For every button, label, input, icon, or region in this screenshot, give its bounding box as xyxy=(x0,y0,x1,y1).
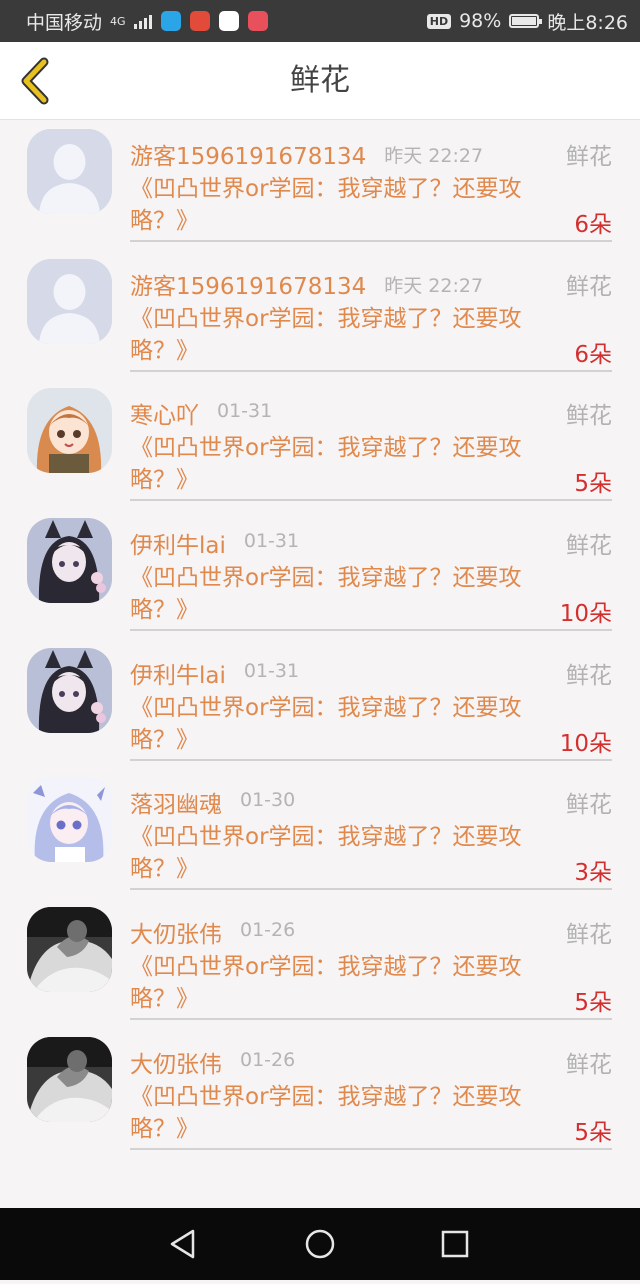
avatar[interactable] xyxy=(27,777,112,863)
user-name[interactable]: 伊利牛lai xyxy=(130,656,226,690)
book-title[interactable]: 《凹凸世界or学园：我穿越了？还要攻略？》 xyxy=(130,1081,570,1145)
book-title[interactable]: 《凹凸世界or学园：我穿越了？还要攻略？》 xyxy=(130,303,570,367)
nav-recents-icon[interactable] xyxy=(441,1230,469,1258)
flower-count: 10朵 xyxy=(559,601,612,628)
list-item[interactable]: 落羽幽魂 01-30 鲜花 《凹凸世界or学园：我穿越了？还要攻略？》 3朵 xyxy=(0,768,640,898)
nav-back-icon[interactable] xyxy=(170,1229,195,1259)
flower-count: 6朵 xyxy=(574,212,612,238)
flower-count: 10朵 xyxy=(559,730,612,757)
timestamp: 01-26 xyxy=(240,919,296,942)
gift-type: 鲜花 xyxy=(566,403,612,430)
timestamp: 01-31 xyxy=(217,400,273,423)
back-arrow-icon[interactable] xyxy=(14,56,64,106)
divider xyxy=(130,888,612,891)
divider xyxy=(130,629,612,632)
avatar[interactable] xyxy=(27,907,112,993)
book-title[interactable]: 《凹凸世界or学园：我穿越了？还要攻略？》 xyxy=(130,951,570,1015)
book-title[interactable]: 《凹凸世界or学园：我穿越了？还要攻略？》 xyxy=(130,692,570,756)
divider xyxy=(130,369,612,372)
list-item[interactable]: 游客1596191678134 昨天 22:27 鲜花《凹凸世界or学园：我穿越了？… xyxy=(0,250,640,380)
user-name[interactable]: 游客1596191678134 xyxy=(130,137,366,171)
avatar[interactable] xyxy=(27,388,112,474)
baidu-app-icon xyxy=(218,11,239,31)
book-title[interactable]: 《凹凸世界or学园：我穿越了？还要攻略？》 xyxy=(130,432,570,496)
battery-icon xyxy=(509,14,543,28)
browser-app-icon xyxy=(160,11,181,31)
carrier-label: 中国移动 xyxy=(26,11,103,34)
user-name[interactable]: 大仞张伟 xyxy=(130,1045,222,1079)
avatar[interactable] xyxy=(27,518,112,604)
gift-type: 鲜花 xyxy=(566,533,612,560)
gift-type: 鲜花 xyxy=(566,922,612,949)
list-item[interactable]: 游客1596191678134 昨天 22:27 鲜花《凹凸世界or学园：我穿越了？… xyxy=(0,120,640,250)
signal-icon xyxy=(133,13,152,29)
avatar[interactable] xyxy=(27,258,112,344)
timestamp: 01-31 xyxy=(243,659,300,682)
list-item[interactable]: 大仞张伟 01-26 鲜花《凹凸世界or学园：我穿越了？还要攻略？》 5朵 xyxy=(0,1028,640,1158)
timestamp: 01-26 xyxy=(240,1048,296,1071)
gift-type: 鲜花 xyxy=(566,662,612,689)
list-item[interactable]: 寒心吖 01-31 鲜花 《凹凸世界or学园：我穿越了？还要攻略？》 5朵 xyxy=(0,379,640,509)
timestamp: 01-30 xyxy=(240,789,296,812)
avatar[interactable] xyxy=(27,647,112,733)
divider xyxy=(130,1018,612,1021)
timestamp: 01-31 xyxy=(243,530,300,553)
hd-badge: HD xyxy=(426,13,452,29)
nav-home-icon[interactable] xyxy=(305,1229,335,1259)
user-name[interactable]: 寒心吖 xyxy=(130,396,199,430)
gift-type: 鲜花 xyxy=(566,144,612,170)
mail-app-icon xyxy=(189,11,210,31)
flower-count: 3朵 xyxy=(574,860,612,887)
book-title[interactable]: 《凹凸世界or学园：我穿越了？还要攻略？》 xyxy=(130,821,570,885)
flower-count: 5朵 xyxy=(574,990,612,1017)
network-type: 4G xyxy=(110,14,126,28)
user-name[interactable]: 大仞张伟 xyxy=(130,915,222,949)
divider xyxy=(130,240,612,242)
user-name[interactable]: 落羽幽魂 xyxy=(130,785,222,819)
divider xyxy=(130,1147,612,1150)
avatar[interactable] xyxy=(27,1036,112,1122)
flower-list: 游客1596191678134 昨天 22:27 鲜花 《凹凸世界or学园：我穿越了？… xyxy=(0,120,640,1158)
book-title[interactable]: 《凹凸世界or学园：我穿越了？还要攻略？》 xyxy=(130,173,570,237)
divider xyxy=(130,758,612,761)
gift-type: 鲜花 xyxy=(566,792,612,819)
avatar[interactable] xyxy=(27,129,112,214)
list-item[interactable]: 大仞张伟 01-26 鲜花 《凹凸世界or学园：我穿越了？还要攻略？》 5朵 xyxy=(0,898,640,1028)
clock: 晚上8:26 xyxy=(547,11,628,34)
book-title[interactable]: 《凹凸世界or学园：我穿越了？还要攻略？》 xyxy=(130,562,570,626)
user-name[interactable]: 伊利牛lai xyxy=(130,526,226,560)
divider xyxy=(130,499,612,502)
timestamp: 昨天 22:27 xyxy=(384,274,484,297)
battery-percent: 98% xyxy=(459,10,502,32)
app-header: 鲜花 xyxy=(0,42,640,120)
page-title: 鲜花 xyxy=(290,63,350,98)
list-item[interactable]: 伊利牛lai 01-31 鲜花《凹凸世界or学园：我穿越了？还要攻略？》 10朵 xyxy=(0,639,640,769)
list-item[interactable]: 伊利牛lai 01-31 鲜花 《凹凸世界or学园：我穿越了？还要攻略？》 10朵 xyxy=(0,509,640,639)
gift-type: 鲜花 xyxy=(566,273,612,300)
user-name[interactable]: 游客1596191678134 xyxy=(130,267,366,301)
flower-count: 5朵 xyxy=(574,1119,612,1146)
gift-type: 鲜花 xyxy=(566,1051,612,1078)
flower-count: 6朵 xyxy=(574,341,612,368)
flower-count: 5朵 xyxy=(574,471,612,498)
status-bar: 中国移动 4G HD 98% 晚上8:26 xyxy=(0,0,640,42)
navigation-bar xyxy=(0,1208,640,1280)
book-app-icon xyxy=(247,11,268,31)
timestamp: 昨天 22:27 xyxy=(384,145,484,167)
